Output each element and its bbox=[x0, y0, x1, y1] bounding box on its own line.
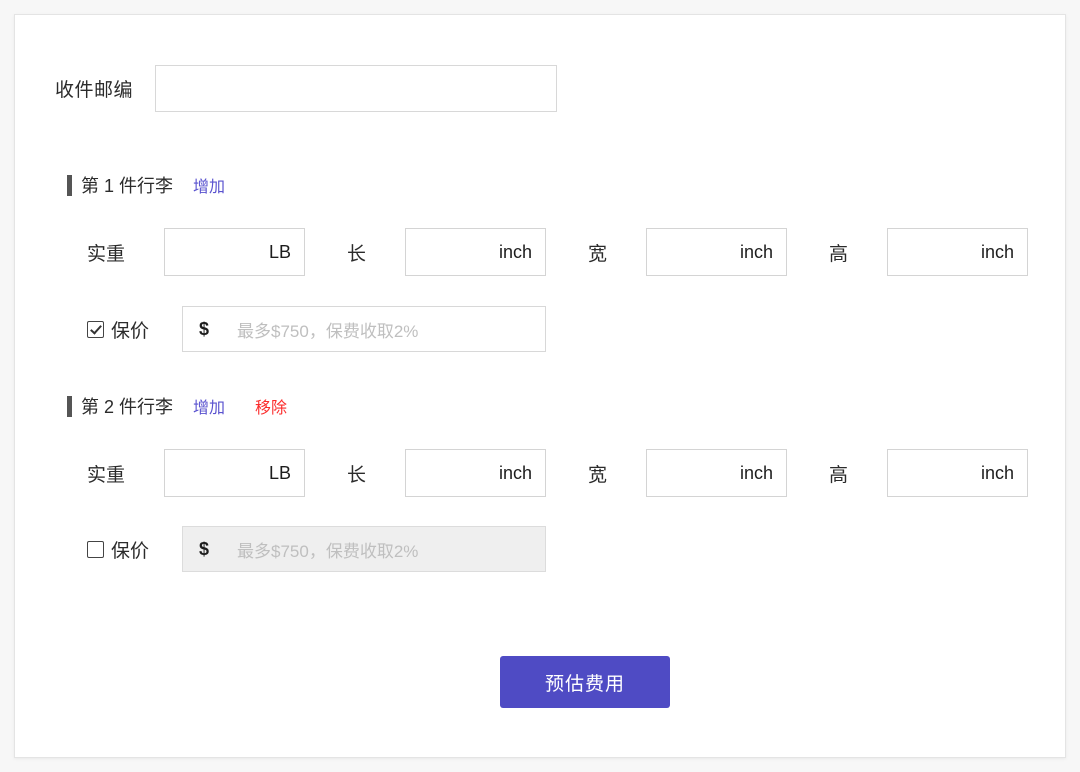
baggage-1-dimensions-row: 实重 LB 长 inch 宽 inch 高 inch bbox=[87, 228, 1028, 276]
baggage-2-width-input[interactable]: inch bbox=[646, 449, 787, 497]
width-unit-label: inch bbox=[739, 241, 773, 262]
baggage-2-insurance-label: 保价 bbox=[111, 540, 150, 562]
page-background: 收件邮编 第 1 件行李 增加 实重 LB 长 inch 宽 inch 高 in… bbox=[0, 0, 1080, 772]
zipcode-label: 收件邮编 bbox=[55, 80, 134, 101]
width-unit-label: inch bbox=[739, 462, 773, 483]
baggage-1-height-label: 高 bbox=[829, 243, 849, 265]
baggage-2-height-label: 高 bbox=[829, 464, 849, 486]
shipping-estimate-card: 收件邮编 第 1 件行李 增加 实重 LB 长 inch 宽 inch 高 in… bbox=[14, 14, 1066, 758]
baggage-1-header: 第 1 件行李 增加 bbox=[67, 173, 255, 197]
baggage-2-insurance-input: $ 最多$750，保费收取2% bbox=[182, 526, 546, 572]
baggage-1-insurance-placeholder: 最多$750，保费收取2% bbox=[237, 321, 419, 341]
baggage-1-weight-label: 实重 bbox=[87, 243, 126, 265]
baggage-2-insurance-row: 保价 $ 最多$750，保费收取2% bbox=[87, 526, 546, 572]
zipcode-input[interactable] bbox=[155, 65, 557, 112]
estimate-cost-button[interactable]: 预估费用 bbox=[500, 656, 670, 708]
baggage-1-insurance-row: 保价 $ 最多$750，保费收取2% bbox=[87, 306, 546, 352]
baggage-1-length-label: 长 bbox=[347, 243, 367, 265]
length-unit-label: inch bbox=[498, 462, 532, 483]
currency-symbol-icon: $ bbox=[199, 318, 210, 339]
length-unit-label: inch bbox=[498, 241, 532, 262]
zipcode-row: 收件邮编 bbox=[55, 65, 557, 112]
baggage-1-weight-input[interactable]: LB bbox=[164, 228, 305, 276]
baggage-2-dimensions-row: 实重 LB 长 inch 宽 inch 高 inch bbox=[87, 449, 1028, 497]
baggage-1-add-link[interactable]: 增加 bbox=[193, 173, 225, 197]
baggage-1-height-input[interactable]: inch bbox=[887, 228, 1028, 276]
baggage-2-length-input[interactable]: inch bbox=[405, 449, 546, 497]
baggage-2-insurance-checkbox[interactable] bbox=[87, 540, 104, 558]
baggage-1-title: 第 1 件行李 bbox=[81, 176, 174, 196]
baggage-2-height-input[interactable]: inch bbox=[887, 449, 1028, 497]
baggage-2-add-link[interactable]: 增加 bbox=[193, 394, 225, 418]
baggage-1-width-input[interactable]: inch bbox=[646, 228, 787, 276]
baggage-1-length-input[interactable]: inch bbox=[405, 228, 546, 276]
baggage-2-width-label: 宽 bbox=[588, 464, 608, 486]
section-marker-icon bbox=[67, 395, 72, 417]
baggage-2-weight-input[interactable]: LB bbox=[164, 449, 305, 497]
height-unit-label: inch bbox=[980, 241, 1014, 262]
weight-unit-label: LB bbox=[268, 462, 291, 483]
currency-symbol-icon: $ bbox=[199, 538, 210, 559]
baggage-2-weight-label: 实重 bbox=[87, 464, 126, 486]
baggage-1-insurance-input[interactable]: $ 最多$750，保费收取2% bbox=[182, 306, 546, 352]
baggage-1-insurance-label: 保价 bbox=[111, 320, 150, 342]
baggage-1-insurance-checkbox[interactable] bbox=[87, 320, 104, 338]
section-marker-icon bbox=[67, 174, 72, 196]
baggage-2-title: 第 2 件行李 bbox=[81, 397, 174, 417]
baggage-2-length-label: 长 bbox=[347, 464, 367, 486]
baggage-2-header: 第 2 件行李 增加 移除 bbox=[67, 394, 287, 418]
weight-unit-label: LB bbox=[268, 241, 291, 262]
baggage-2-remove-link[interactable]: 移除 bbox=[255, 394, 287, 418]
baggage-1-width-label: 宽 bbox=[588, 243, 608, 265]
height-unit-label: inch bbox=[980, 462, 1014, 483]
baggage-2-insurance-placeholder: 最多$750，保费收取2% bbox=[237, 541, 419, 561]
